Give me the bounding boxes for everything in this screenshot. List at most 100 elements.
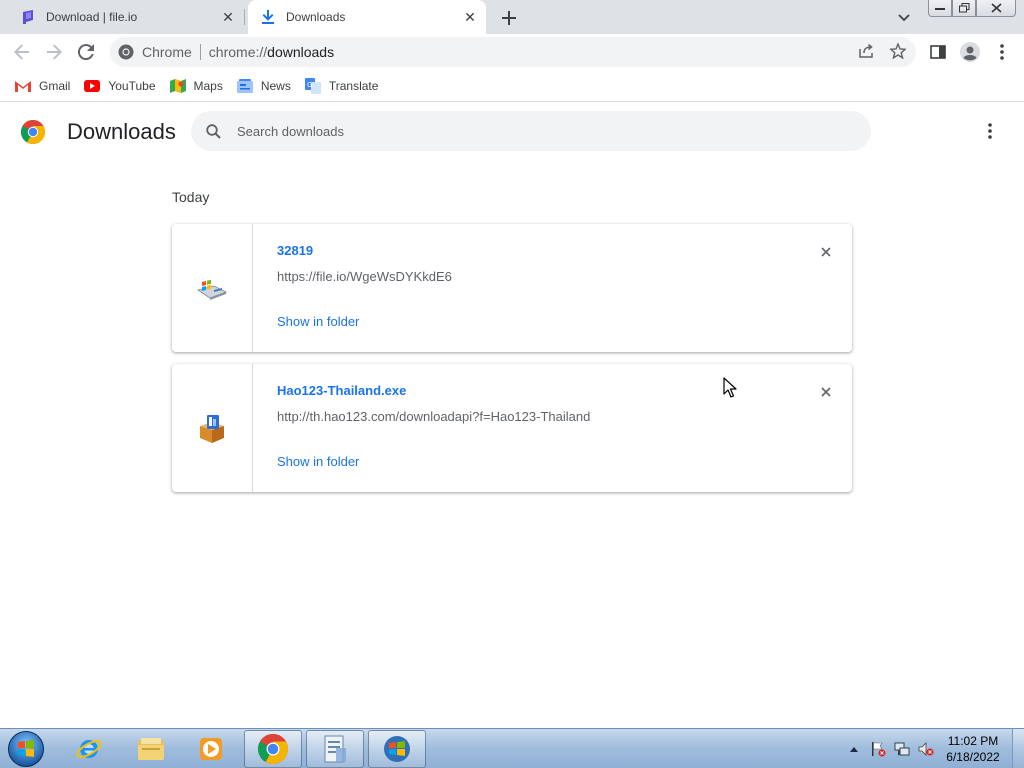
tab-divider xyxy=(244,9,245,25)
side-panel-button[interactable] xyxy=(924,38,952,66)
network-icon[interactable] xyxy=(894,741,910,757)
fileio-icon xyxy=(20,9,36,25)
bookmark-maps[interactable]: Maps xyxy=(165,74,228,98)
media-player-icon xyxy=(200,738,222,760)
show-hidden-icons-button[interactable] xyxy=(846,741,862,757)
new-tab-button[interactable] xyxy=(498,7,520,29)
date-group-label: Today xyxy=(172,189,210,205)
file-icon-cell xyxy=(172,224,253,352)
tab-downloads[interactable]: Downloads ✕ xyxy=(248,0,486,34)
taskbar-windows-app[interactable] xyxy=(368,730,426,768)
browser-toolbar: Chrome chrome://downloads xyxy=(0,34,1024,70)
downloads-header: Downloads xyxy=(0,103,1024,159)
chevron-down-icon xyxy=(898,14,910,22)
clock-date: 6/18/2022 xyxy=(946,750,1000,764)
bookmark-label: News xyxy=(260,78,291,93)
taskbar-file-explorer[interactable] xyxy=(122,730,180,768)
back-arrow-icon xyxy=(14,44,29,60)
download-icon xyxy=(260,9,276,25)
address-bar[interactable]: Chrome chrome://downloads xyxy=(110,37,916,67)
show-desktop-button[interactable] xyxy=(1012,729,1024,768)
menu-button[interactable] xyxy=(988,38,1016,66)
chrome-icon xyxy=(258,734,288,764)
bookmark-label: Translate xyxy=(328,78,379,93)
window-controls xyxy=(928,0,1016,18)
volume-muted-icon[interactable] xyxy=(918,741,934,757)
tab-strip: Download | file.io ✕ Downloads ✕ xyxy=(0,0,1024,34)
downloads-menu-button[interactable] xyxy=(978,119,1002,143)
bookmark-gmail[interactable]: Gmail xyxy=(10,74,75,98)
windows-icon xyxy=(384,736,410,762)
tab-title: Downloads xyxy=(286,10,346,24)
remove-download-button[interactable] xyxy=(814,240,838,264)
bookmark-star-button[interactable] xyxy=(888,41,908,61)
package-installer-icon xyxy=(200,415,224,443)
minimize-button[interactable] xyxy=(928,0,952,17)
system-tray xyxy=(842,729,938,768)
plus-icon xyxy=(502,11,516,25)
show-in-folder-link[interactable]: Show in folder xyxy=(277,454,359,469)
restore-button[interactable] xyxy=(952,0,976,17)
bookmark-label: Gmail xyxy=(39,78,71,93)
remove-download-button[interactable] xyxy=(814,380,838,404)
close-icon xyxy=(821,247,831,257)
url-scheme: chrome:// xyxy=(208,44,268,60)
bookmarks-bar: Gmail YouTube Maps News G Translate xyxy=(0,70,1024,102)
file-icon-cell xyxy=(172,364,253,492)
download-filename-link[interactable]: Hao123-Thailand.exe xyxy=(277,383,406,398)
windows-start-icon xyxy=(8,731,44,767)
bookmark-news[interactable]: News xyxy=(232,74,296,98)
bookmark-translate[interactable]: G Translate xyxy=(300,74,384,98)
clock-time: 11:02 PM xyxy=(947,734,999,748)
start-button[interactable] xyxy=(4,729,48,768)
reload-button[interactable] xyxy=(72,38,100,66)
profile-button[interactable] xyxy=(956,38,984,66)
chrome-logo-icon xyxy=(21,120,45,144)
site-chip: Chrome xyxy=(142,44,192,60)
download-item: 32819 https://file.io/WgeWsDYKkdE6 Show … xyxy=(172,224,852,352)
forward-button[interactable] xyxy=(40,38,68,66)
svg-text:G: G xyxy=(307,81,312,89)
translate-icon: G xyxy=(304,77,321,94)
window-close-button[interactable] xyxy=(976,0,1016,17)
tab-fileio[interactable]: Download | file.io ✕ xyxy=(8,0,244,34)
tab-search-button[interactable] xyxy=(894,8,914,28)
download-source-url[interactable]: http://th.hao123.com/downloadapi?f=Hao12… xyxy=(277,409,590,424)
search-icon xyxy=(203,121,223,141)
kebab-menu-icon xyxy=(988,123,992,139)
taskbar-media-player[interactable] xyxy=(182,730,240,768)
mouse-cursor-icon xyxy=(723,377,737,398)
youtube-icon xyxy=(84,78,101,94)
close-icon[interactable]: ✕ xyxy=(460,7,480,27)
download-item: Hao123-Thailand.exe http://th.hao123.com… xyxy=(172,364,852,492)
screen: Download | file.io ✕ Downloads ✕ Chrome … xyxy=(0,0,1024,768)
close-icon[interactable]: ✕ xyxy=(218,7,238,27)
system-clock[interactable]: 11:02 PM 6/18/2022 xyxy=(938,733,1008,765)
bookmark-youtube[interactable]: YouTube xyxy=(79,74,160,98)
share-button[interactable] xyxy=(856,41,876,61)
kebab-menu-icon xyxy=(1000,44,1004,60)
download-filename-link[interactable]: 32819 xyxy=(277,243,313,258)
taskbar-document[interactable] xyxy=(306,730,364,768)
internet-explorer-icon xyxy=(76,740,102,758)
document-icon xyxy=(324,735,346,763)
chevron-up-icon xyxy=(850,747,858,752)
search-box[interactable] xyxy=(191,111,871,151)
share-icon xyxy=(859,43,873,58)
news-icon xyxy=(236,78,253,94)
taskbar-internet-explorer[interactable] xyxy=(60,730,118,768)
star-icon xyxy=(890,43,906,59)
forward-arrow-icon xyxy=(47,44,62,60)
taskbar-chrome[interactable] xyxy=(244,730,302,768)
search-input[interactable] xyxy=(237,123,837,139)
chrome-site-icon xyxy=(118,44,134,60)
bookmark-label: YouTube xyxy=(108,78,156,93)
gmail-icon xyxy=(15,78,31,94)
download-source-url[interactable]: https://file.io/WgeWsDYKkdE6 xyxy=(277,269,452,284)
action-center-flag-icon[interactable] xyxy=(870,741,886,757)
show-in-folder-link[interactable]: Show in folder xyxy=(277,314,359,329)
back-button[interactable] xyxy=(8,38,36,66)
side-panel-icon xyxy=(930,45,946,59)
close-icon xyxy=(821,387,831,397)
bookmark-label: Maps xyxy=(193,78,223,93)
